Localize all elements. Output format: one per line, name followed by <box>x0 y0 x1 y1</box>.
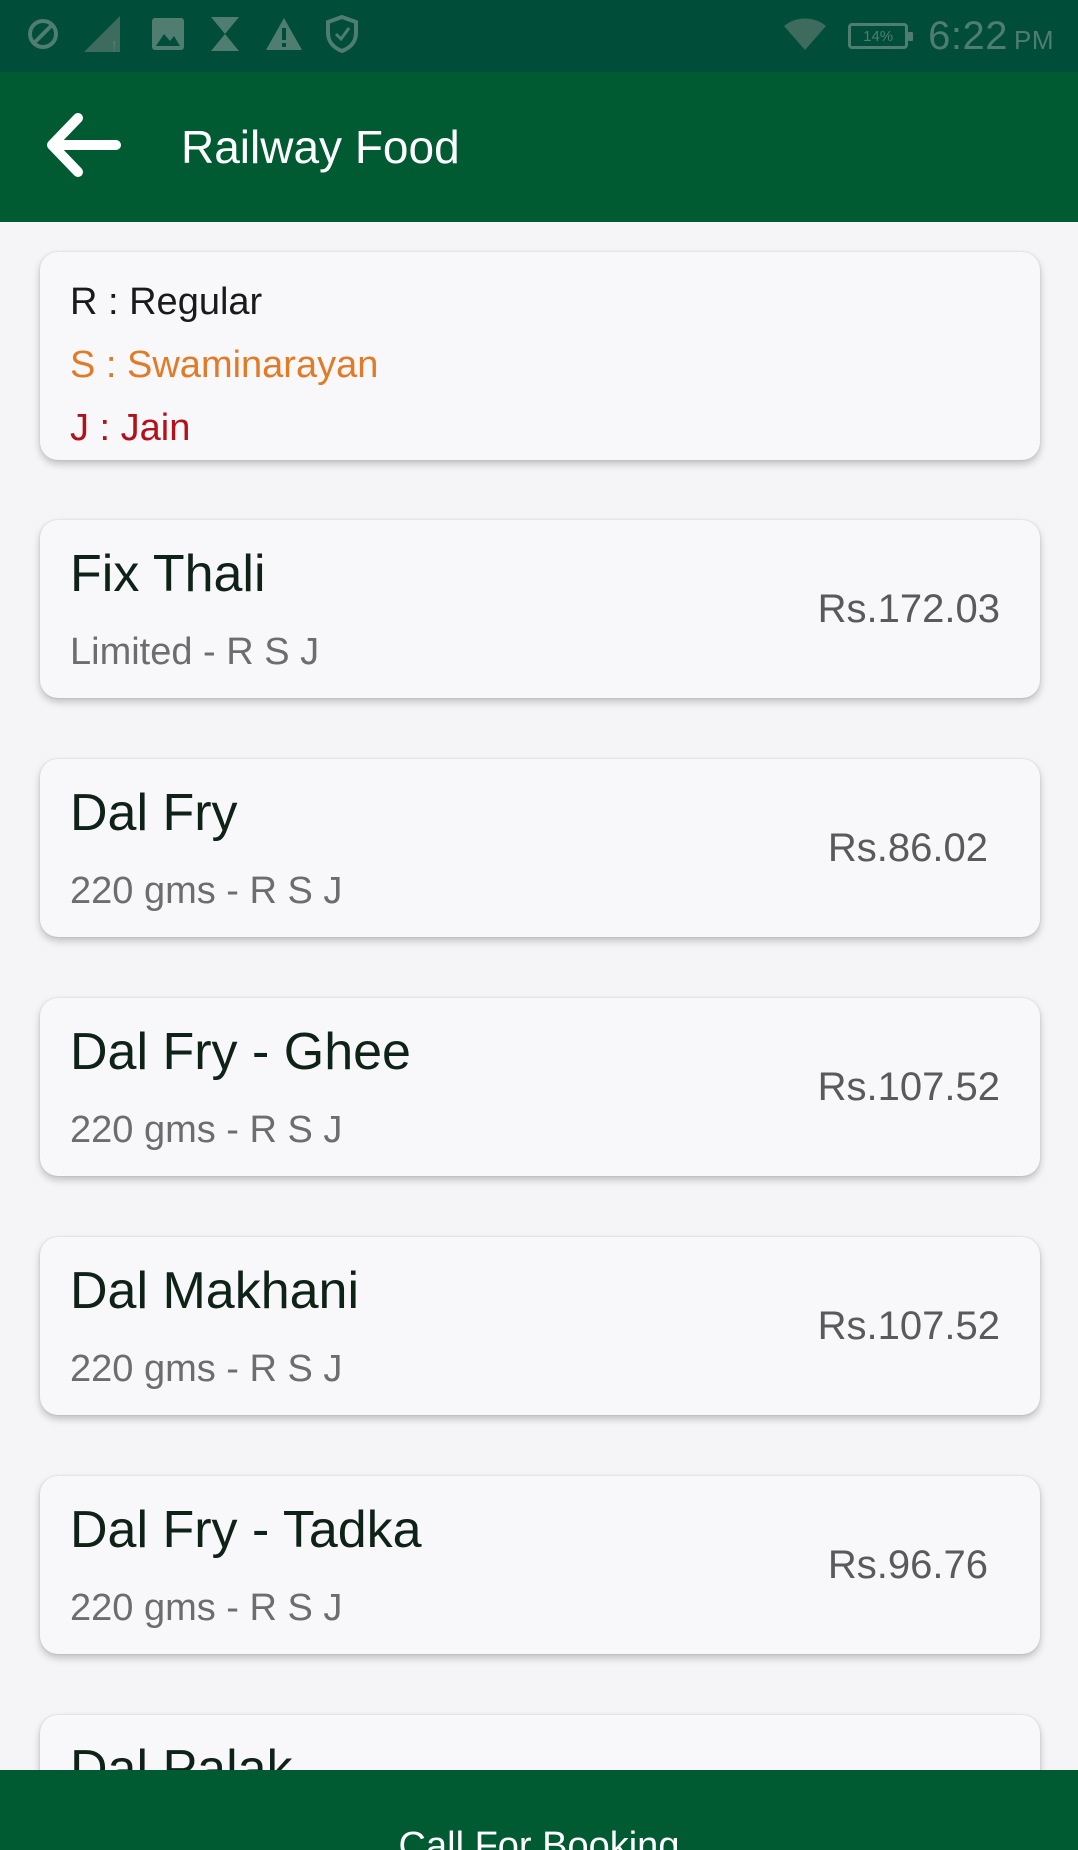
food-price: Rs.96.76 <box>827 1543 988 1587</box>
legend-card: R : Regular S : Swaminarayan J : Jain <box>40 252 1040 460</box>
call-for-booking-label: Call For Booking <box>398 1825 680 1850</box>
food-name: Dal Fry - Ghee <box>70 1023 411 1081</box>
hourglass-icon <box>208 15 242 53</box>
page-title: Railway Food <box>181 121 460 173</box>
food-price: Rs.86.02 <box>827 826 988 870</box>
warning-icon <box>264 16 304 52</box>
status-bar: ! 14% 6:22 PM <box>0 0 1078 72</box>
legend-swaminarayan: S : Swaminarayan <box>70 344 379 386</box>
food-price: Rs.172.03 <box>817 587 1000 631</box>
food-name: Dal Fry - Tadka <box>70 1501 422 1559</box>
food-item-card[interactable]: Fix Thali Limited - R S J Rs.172.03 <box>40 520 1040 698</box>
food-item-card[interactable]: Dal Fry - Ghee 220 gms - R S J Rs.107.52 <box>40 998 1040 1176</box>
food-detail: 220 gms - R S J <box>70 1587 343 1629</box>
do-not-disturb-icon <box>26 17 60 51</box>
image-icon <box>150 16 186 52</box>
legend-jain: J : Jain <box>70 407 191 449</box>
battery-level: 14% <box>863 27 894 45</box>
system-status: 14% 6:22 PM <box>782 10 1054 62</box>
food-item-card[interactable]: Dal Makhani 220 gms - R S J Rs.107.52 <box>40 1237 1040 1415</box>
clock-ampm: PM <box>1014 24 1054 55</box>
clock: 6:22 PM <box>928 14 1054 59</box>
food-name: Fix Thali <box>70 545 266 603</box>
wifi-icon <box>782 16 828 57</box>
legend-regular: R : Regular <box>70 281 263 323</box>
battery-icon: 14% <box>848 23 914 49</box>
app-bar: Railway Food <box>0 72 1078 222</box>
food-name: Dal Makhani <box>70 1262 360 1320</box>
signal-icon: ! <box>82 14 128 54</box>
back-button[interactable] <box>38 112 128 182</box>
svg-text:!: ! <box>112 39 116 54</box>
food-detail: 220 gms - R S J <box>70 1109 343 1151</box>
food-name: Dal Palak <box>70 1740 293 1770</box>
call-for-booking-button[interactable]: Call For Booking <box>0 1770 1078 1850</box>
food-detail: 220 gms - R S J <box>70 1348 343 1390</box>
food-price: Rs.107.52 <box>817 1304 1000 1348</box>
food-item-card[interactable]: Dal Fry 220 gms - R S J Rs.86.02 <box>40 759 1040 937</box>
food-name: Dal Fry <box>70 784 238 842</box>
shield-icon <box>326 15 358 53</box>
food-item-card[interactable]: Dal Palak <box>40 1715 1040 1770</box>
food-detail: 220 gms - R S J <box>70 870 343 912</box>
food-detail: Limited - R S J <box>70 631 320 673</box>
food-item-card[interactable]: Dal Fry - Tadka 220 gms - R S J Rs.96.76 <box>40 1476 1040 1654</box>
clock-time: 6:22 <box>928 13 1008 58</box>
notification-icons: ! <box>26 14 358 54</box>
food-list[interactable]: R : Regular S : Swaminarayan J : Jain Fi… <box>0 222 1078 1770</box>
arrow-left-icon <box>44 112 122 183</box>
food-price: Rs.107.52 <box>817 1065 1000 1109</box>
